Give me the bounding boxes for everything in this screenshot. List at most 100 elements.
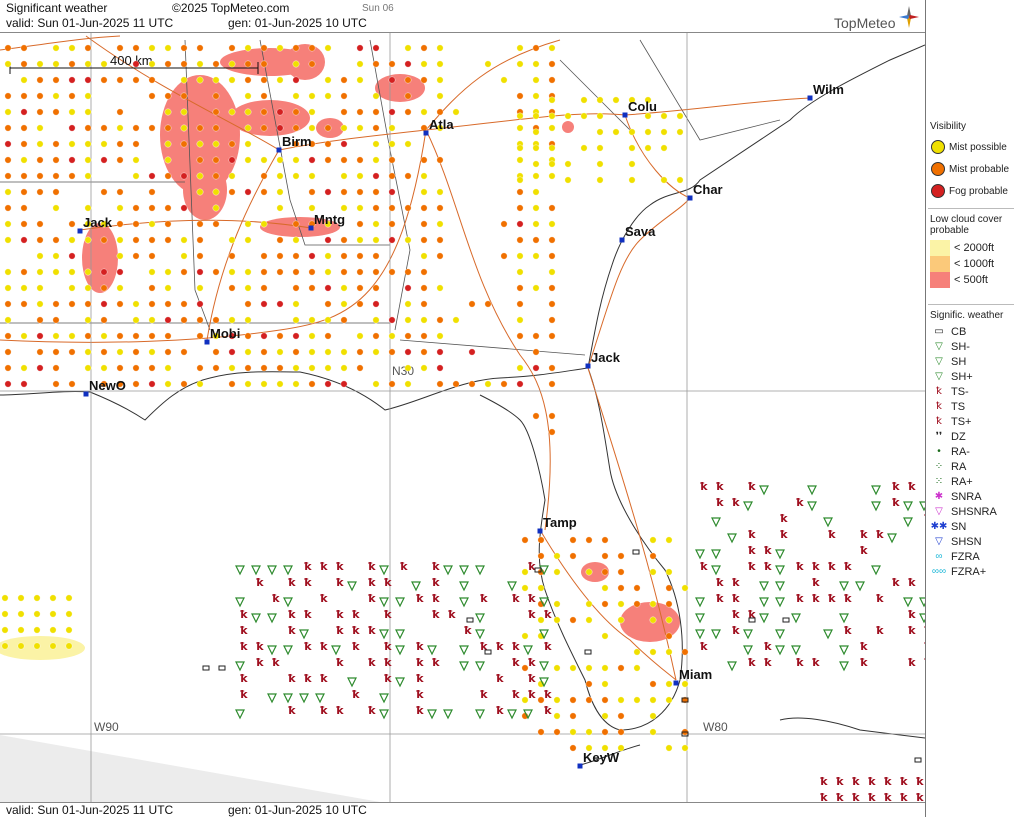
thunderstorm-icon: ꝁ (732, 609, 740, 621)
visibility-dot (324, 316, 332, 324)
visibility-dot (532, 44, 540, 52)
visibility-dot (356, 220, 364, 228)
visibility-dot (292, 316, 300, 324)
visibility-dot (52, 300, 60, 308)
visibility-dot (468, 380, 476, 388)
thunderstorm-icon: ꝁ (464, 625, 472, 637)
shower-icon (523, 645, 533, 656)
visibility-dot (324, 348, 332, 356)
visibility-dot (665, 584, 673, 592)
thunderstorm-icon: ꝁ (368, 625, 376, 637)
visibility-dot (516, 364, 524, 372)
visibility-dot (436, 316, 444, 324)
shower-icon (379, 597, 389, 608)
thunderstorm-icon: ꝁ (716, 497, 724, 509)
thunderstorm-icon: ꝁ (288, 609, 296, 621)
visibility-dot (436, 364, 444, 372)
visibility-dot (356, 108, 364, 116)
thunderstorm-icon: ꝁ (764, 545, 772, 557)
visibility-swatch-icon (931, 140, 945, 154)
visibility-dot (548, 96, 556, 104)
visibility-dot (356, 332, 364, 340)
visibility-dot (132, 332, 140, 340)
sig-weather-legend-item: ꝁ TS+ (928, 414, 1014, 429)
thunderstorm-icon: ꝁ (852, 792, 860, 802)
visibility-dot (68, 124, 76, 132)
shower-icon (839, 581, 849, 592)
thunderstorm-icon: ꝁ (820, 776, 828, 788)
thunderstorm-icon: ꝁ (892, 481, 900, 493)
visibility-dot (340, 316, 348, 324)
sig-weather-legend-item: ⁙ RA+ (928, 474, 1014, 489)
visibility-dot (649, 696, 657, 704)
visibility-dot (260, 284, 268, 292)
visibility-dot (404, 108, 412, 116)
header-bar: Significant weather ©2025 TopMeteo.com S… (0, 0, 925, 33)
grid-lines (0, 33, 925, 802)
visibility-dot (260, 380, 268, 388)
shower-icon (871, 485, 881, 496)
visibility-dot (596, 160, 604, 168)
visibility-dot (500, 252, 508, 260)
thunderstorm-icon: ꝁ (916, 792, 924, 802)
visibility-dot (356, 284, 364, 292)
weather-symbol-icon: ▽ (935, 506, 943, 517)
visibility-dot (276, 364, 284, 372)
visibility-dot (4, 188, 12, 196)
visibility-dot (196, 364, 204, 372)
visibility-dot (116, 124, 124, 132)
shower-icon (839, 661, 849, 672)
visibility-dot (148, 364, 156, 372)
visibility-dot (244, 60, 252, 68)
thunderstorm-icon: ꝁ (368, 593, 376, 605)
compass-logo-icon (899, 6, 919, 28)
shower-icon (459, 565, 469, 576)
visibility-dot (196, 300, 204, 308)
visibility-dot (617, 616, 625, 624)
visibility-dot (404, 316, 412, 324)
sig-weather-legend-label: RA- (951, 445, 970, 458)
thunderstorm-icon: ꝁ (512, 593, 520, 605)
visibility-dot (148, 316, 156, 324)
shower-icon (283, 597, 293, 608)
visibility-dot (308, 332, 316, 340)
shower-icon (711, 565, 721, 576)
footer-generated-time: gen: 01-Jun-2025 10 UTC (228, 803, 367, 817)
thunderstorm-icon: ꝁ (876, 529, 884, 541)
visibility-dot (100, 236, 108, 244)
visibility-dot (228, 44, 236, 52)
visibility-dot (617, 568, 625, 576)
visibility-dot (52, 364, 60, 372)
visibility-dot (228, 284, 236, 292)
visibility-dot (276, 300, 284, 308)
visibility-dot (36, 252, 44, 260)
visibility-dot (276, 348, 284, 356)
cb-icon (218, 665, 226, 671)
weather-symbol-icon: ⁙ (934, 476, 944, 487)
visibility-dot (388, 172, 396, 180)
thunderstorm-icon: ꝁ (272, 593, 280, 605)
thunderstorm-icon: ꝁ (860, 529, 868, 541)
cb-icon (632, 549, 640, 555)
visibility-dot (84, 348, 92, 356)
shower-icon (283, 693, 293, 704)
thunderstorm-icon: ꝁ (860, 641, 868, 653)
visibility-dot (20, 60, 28, 68)
weather-symbol-icon: ▽ (935, 536, 943, 547)
brand-logo: TopMeteo (834, 15, 895, 31)
thunderstorm-icon: ꝁ (528, 689, 536, 701)
visibility-dot (68, 92, 76, 100)
shower-icon (411, 581, 421, 592)
sig-weather-legend-label: SN (951, 520, 967, 533)
weather-symbol-icon: ▽ (935, 356, 943, 367)
visibility-dot (612, 96, 620, 104)
visibility-dot (36, 284, 44, 292)
visibility-dot (500, 380, 508, 388)
weather-map[interactable]: N30 W90 W80 400 km ꝁꝁꝁꝁꝁꝁꝁꝁꝁꝁꝁꝁꝁꝁꝁꝁꝁꝁꝁꝁꝁ… (0, 33, 925, 802)
visibility-dot (132, 124, 140, 132)
visibility-dot (100, 140, 108, 148)
visibility-dot (132, 252, 140, 260)
thunderstorm-icon: ꝁ (448, 609, 456, 621)
visibility-dot (292, 44, 300, 52)
visibility-dot (36, 364, 44, 372)
